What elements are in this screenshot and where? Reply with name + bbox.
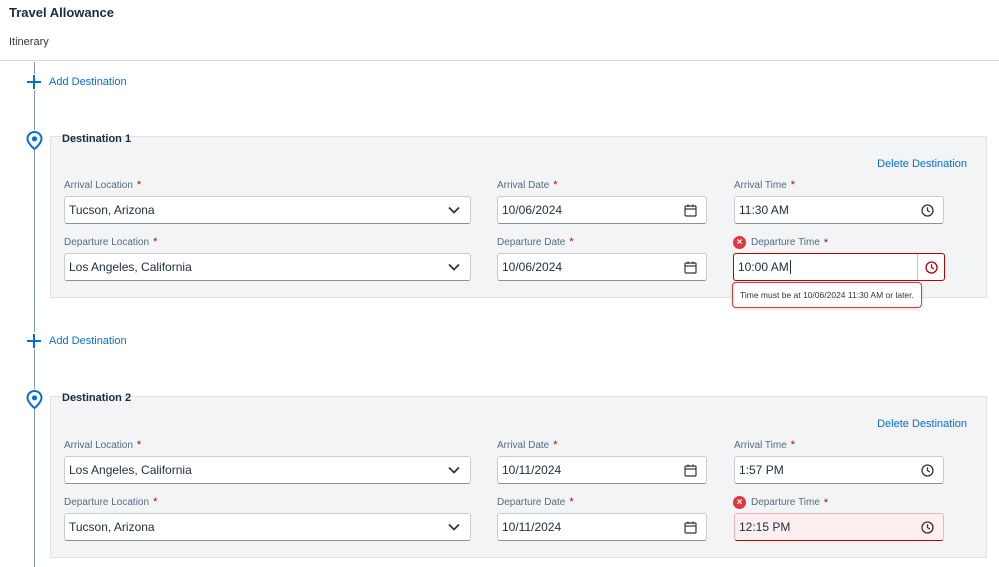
- departure-location-label: Departure Location *: [64, 496, 158, 508]
- error-icon: ×: [733, 236, 746, 249]
- arrival-time-label: Arrival Time *: [734, 179, 796, 191]
- departure-date-label: Departure Date *: [497, 236, 574, 248]
- timeline-line: [34, 150, 35, 332]
- error-icon: ×: [733, 496, 746, 509]
- calendar-icon[interactable]: [682, 259, 698, 275]
- chevron-down-icon[interactable]: [446, 202, 462, 218]
- map-pin-icon: [26, 131, 43, 150]
- departure-location-label: Departure Location *: [64, 236, 158, 248]
- departure-time-picker[interactable]: 12:15 PM: [734, 513, 944, 541]
- clock-icon[interactable]: [919, 202, 935, 218]
- destination-title: Destination 2: [62, 392, 132, 404]
- departure-date-picker[interactable]: 10/11/2024: [497, 513, 707, 541]
- timeline-line: [34, 90, 35, 130]
- add-destination-button[interactable]: Add Destination: [27, 332, 127, 350]
- timeline-line: [34, 409, 35, 567]
- chevron-down-icon[interactable]: [446, 259, 462, 275]
- departure-date-label: Departure Date *: [497, 496, 574, 508]
- page-title: Travel Allowance: [9, 5, 115, 20]
- arrival-date-label: Arrival Date *: [497, 439, 558, 451]
- clock-icon[interactable]: [918, 259, 944, 275]
- calendar-icon[interactable]: [682, 202, 698, 218]
- calendar-icon[interactable]: [682, 519, 698, 535]
- arrival-location-label: Arrival Location *: [64, 439, 142, 451]
- calendar-icon[interactable]: [682, 462, 698, 478]
- delete-destination-button[interactable]: Delete Destination: [877, 418, 967, 430]
- map-pin-icon: [26, 390, 43, 409]
- destination-title: Destination 1: [62, 133, 132, 145]
- arrival-date-picker[interactable]: 10/11/2024: [497, 456, 707, 484]
- breadcrumb: Itinerary: [9, 36, 49, 48]
- add-destination-button[interactable]: Add Destination: [27, 73, 127, 91]
- error-message-popover: Time must be at 10/06/2024 11:30 AM or l…: [732, 282, 922, 308]
- arrival-location-select[interactable]: Tucson, Arizona: [64, 196, 471, 224]
- arrival-location-select[interactable]: Los Angeles, California: [64, 456, 471, 484]
- departure-location-select[interactable]: Tucson, Arizona: [64, 513, 471, 541]
- timeline-line: [34, 349, 35, 389]
- clock-icon[interactable]: [919, 462, 935, 478]
- departure-location-select[interactable]: Los Angeles, California: [64, 253, 471, 281]
- departure-time-label: × Departure Time *: [733, 496, 828, 509]
- page-header: Travel Allowance Itinerary: [0, 0, 999, 61]
- arrival-location-label: Arrival Location *: [64, 179, 142, 191]
- chevron-down-icon[interactable]: [446, 462, 462, 478]
- text-cursor: [789, 260, 791, 274]
- departure-time-label: × Departure Time *: [733, 236, 828, 249]
- plus-icon: [27, 334, 41, 348]
- chevron-down-icon[interactable]: [446, 519, 462, 535]
- add-destination-label: Add Destination: [49, 76, 127, 88]
- arrival-time-label: Arrival Time *: [734, 439, 796, 451]
- plus-icon: [27, 75, 41, 89]
- clock-icon[interactable]: [919, 519, 935, 535]
- arrival-date-picker[interactable]: 10/06/2024: [497, 196, 707, 224]
- arrival-time-picker[interactable]: 11:30 AM: [734, 196, 944, 224]
- arrival-time-picker[interactable]: 1:57 PM: [734, 456, 944, 484]
- departure-date-picker[interactable]: 10/06/2024: [497, 253, 707, 281]
- add-destination-label: Add Destination: [49, 335, 127, 347]
- delete-destination-button[interactable]: Delete Destination: [877, 158, 967, 170]
- arrival-date-label: Arrival Date *: [497, 179, 558, 191]
- departure-time-picker[interactable]: 10:00 AM: [733, 253, 945, 281]
